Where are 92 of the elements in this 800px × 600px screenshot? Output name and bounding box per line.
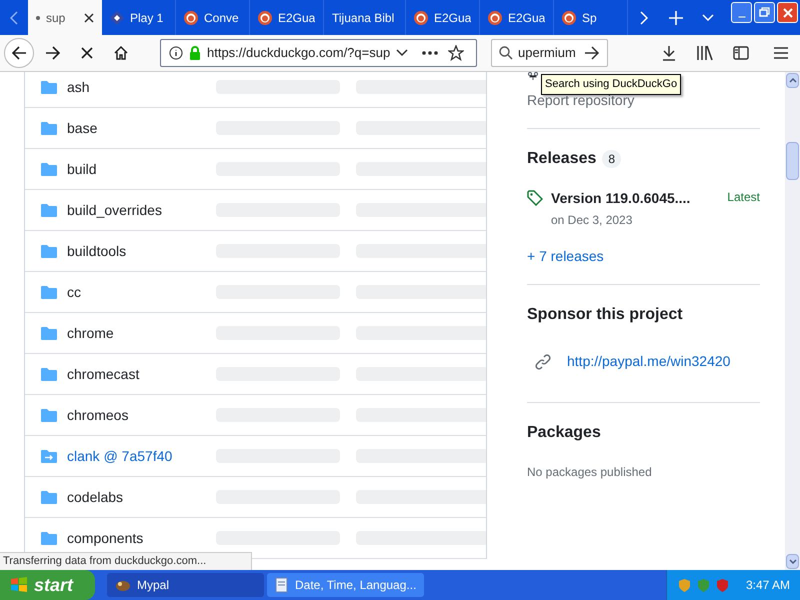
download-icon[interactable] (661, 45, 677, 61)
sidebar-icon[interactable] (733, 46, 749, 60)
menu-icon[interactable] (774, 47, 788, 59)
section-heading: Sponsor this project (527, 305, 684, 325)
app-icon (115, 578, 131, 592)
tab-title: Conve (204, 10, 239, 26)
more-icon[interactable] (422, 51, 438, 55)
plus-icon[interactable] (669, 10, 683, 24)
packages-note: No packages published (527, 464, 653, 481)
duck-icon (562, 10, 576, 24)
app-icon (275, 577, 289, 593)
folder-icon (41, 490, 57, 504)
count-badge: 8 (602, 150, 622, 168)
info-icon[interactable] (169, 46, 183, 60)
status-text: Transferring data from duckduckgo.com... (0, 552, 252, 570)
tooltip: Search using DuckDuckGo (541, 74, 682, 94)
scroll-up-button[interactable] (786, 73, 799, 88)
folder-icon (41, 531, 57, 545)
tab-title: E2Gua (434, 10, 471, 26)
diamond-icon (110, 10, 124, 24)
stop-icon[interactable] (81, 47, 93, 59)
folder-link[interactable]: base (67, 118, 216, 138)
chevron-left-icon[interactable] (10, 10, 18, 24)
folder-icon (41, 80, 57, 94)
section-heading: Packages (527, 423, 602, 443)
windows-logo-icon (10, 577, 28, 593)
close-button[interactable] (777, 2, 798, 23)
folder-icon (41, 326, 57, 340)
tab-title: E2Gua (278, 10, 315, 26)
restore-button[interactable] (754, 2, 775, 23)
tab-title: E2Gua (508, 10, 545, 26)
tab-title: Sp (582, 10, 597, 26)
folder-link[interactable]: ash (67, 76, 216, 98)
folder-link[interactable]: chrome (67, 322, 216, 344)
taskbar-button[interactable]: Mypal (107, 573, 264, 597)
library-icon[interactable] (696, 45, 714, 61)
chevron-down-icon (788, 559, 796, 564)
folder-icon (41, 162, 57, 176)
folder-link[interactable]: chromeos (67, 404, 216, 426)
star-icon[interactable] (448, 45, 464, 61)
go-arrow-icon[interactable] (584, 46, 600, 60)
folder-icon (41, 203, 57, 217)
close-icon[interactable] (84, 12, 94, 22)
address-bar[interactable]: https://duckduckgo.com/?q=sup (160, 39, 477, 67)
arrow-left-icon (11, 45, 27, 61)
tag-icon (527, 190, 543, 206)
home-icon[interactable] (113, 45, 129, 61)
folder-link[interactable]: components (67, 528, 216, 548)
latest-label: Latest (727, 189, 760, 206)
url-text: https://duckduckgo.com/?q=sup (207, 44, 390, 62)
section-heading: Releases (527, 149, 596, 169)
folder-link[interactable]: buildtools (67, 240, 216, 262)
folder-link[interactable]: build_overrides (67, 200, 216, 220)
duck-icon (414, 10, 428, 24)
scrollbar[interactable] (785, 72, 800, 570)
start-button[interactable]: start (0, 570, 95, 600)
release-date: on Dec 3, 2023 (551, 212, 634, 229)
folder-icon (41, 408, 57, 422)
tab-title: Play 1 (130, 10, 164, 26)
chevron-right-icon[interactable] (640, 10, 648, 24)
tab-title: sup (46, 10, 66, 26)
releases-link[interactable]: + 7 releases (527, 246, 604, 267)
folder-icon (41, 121, 57, 135)
back-button[interactable] (4, 38, 34, 68)
scroll-down-button[interactable] (786, 554, 799, 569)
taskbar-button[interactable]: Date, Time, Languag... (267, 573, 424, 597)
duck-icon (488, 10, 502, 24)
chevron-up-icon (788, 78, 796, 83)
dropdown-icon[interactable] (396, 49, 408, 57)
submodule-folder-icon (41, 449, 57, 463)
release-title[interactable]: Version 119.0.6045.... (551, 188, 690, 209)
folder-link[interactable]: build (67, 158, 216, 180)
folder-link[interactable]: chromecast (67, 364, 216, 384)
folder-icon (41, 367, 57, 381)
minimize-button[interactable] (731, 2, 752, 23)
arrow-right-icon[interactable] (45, 45, 61, 61)
browser-tab[interactable]: sup (28, 0, 102, 35)
folder-link[interactable]: codelabs (67, 486, 216, 508)
folder-link[interactable]: cc (67, 282, 216, 302)
clock: 3:47 AM (746, 577, 790, 594)
duck-icon (258, 10, 272, 24)
chevron-down-icon[interactable] (702, 14, 714, 21)
search-icon (499, 46, 513, 60)
search-field[interactable]: upermium (491, 39, 608, 67)
sponsor-link[interactable]: http://paypal.me/win32420 (567, 351, 730, 372)
folder-icon (41, 244, 57, 258)
link-icon (535, 354, 551, 370)
duck-icon (184, 10, 198, 24)
tab-title: Tijuana Bibl (332, 10, 394, 26)
file-link[interactable]: clank @ 7a57f40 (67, 446, 216, 466)
folder-icon (41, 285, 57, 299)
scroll-thumb[interactable] (786, 142, 799, 180)
